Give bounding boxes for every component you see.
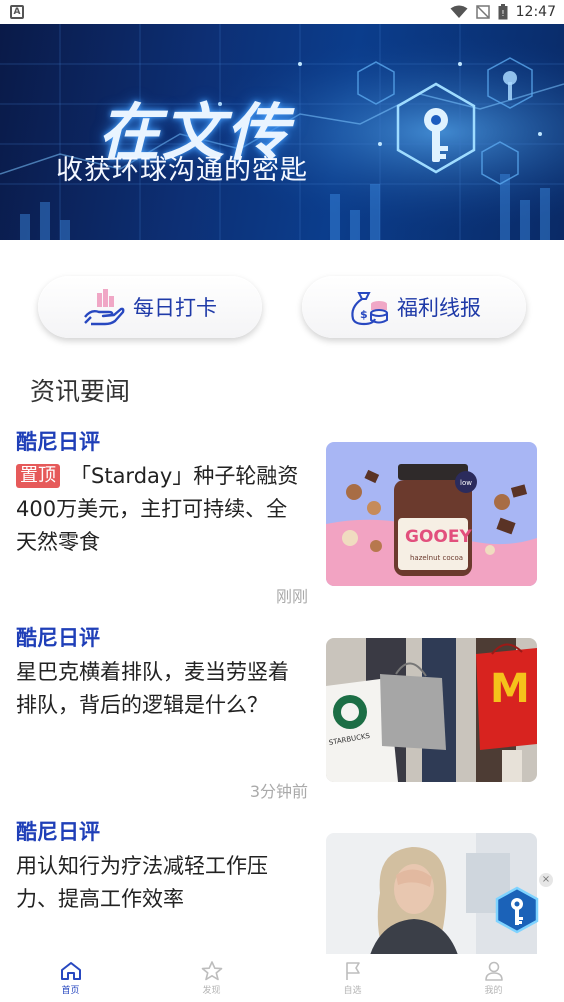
banner-subtitle: 收获环球沟通的密匙 — [56, 155, 308, 186]
nav-profile[interactable]: 我的 — [423, 954, 564, 1002]
news-source: 酷尼日评 — [16, 820, 100, 844]
star-icon — [201, 960, 222, 980]
nav-discover[interactable]: 发现 — [141, 954, 282, 1002]
welfare-news-button[interactable]: $ 福利线报 — [302, 276, 526, 338]
svg-text:M: M — [490, 666, 530, 712]
welfare-news-label: 福利线报 — [397, 296, 481, 320]
svg-text:!: ! — [501, 9, 504, 18]
news-time: 刚刚 — [275, 587, 308, 606]
battery-icon: ! — [498, 4, 508, 20]
nav-watchlist-label: 自选 — [343, 985, 362, 996]
cocoa-spread-jar-image: GOOEY hazelnut cocoa low — [326, 442, 537, 586]
nav-home[interactable]: 首页 — [0, 954, 141, 1002]
daily-checkin-label: 每日打卡 — [133, 296, 217, 320]
daily-checkin-button[interactable]: 每日打卡 — [38, 276, 262, 338]
news-thumbnail[interactable]: STARBUCKS M — [326, 638, 537, 782]
nav-watchlist[interactable]: 自选 — [282, 954, 423, 1002]
svg-text:$: $ — [360, 308, 368, 321]
hand-chart-icon — [84, 289, 125, 326]
key-badge-icon[interactable] — [494, 886, 540, 934]
svg-text:hazelnut cocoa: hazelnut cocoa — [410, 554, 463, 562]
nav-profile-label: 我的 — [484, 985, 503, 996]
pinned-badge: 置顶 — [16, 464, 60, 488]
nav-discover-label: 发现 — [202, 985, 221, 996]
notification-icon: A — [10, 5, 24, 19]
home-icon — [60, 961, 81, 980]
clock-time: 12:47 — [515, 4, 556, 20]
news-thumbnail[interactable]: GOOEY hazelnut cocoa low — [326, 442, 537, 586]
wifi-icon — [450, 5, 468, 18]
person-icon — [484, 961, 503, 981]
hero-banner[interactable]: 在文传 收获环球沟通的密匙 — [0, 24, 564, 240]
news-source: 酷尼日评 — [16, 430, 100, 454]
signal-off-icon — [475, 5, 490, 19]
flag-icon — [345, 961, 360, 980]
status-bar: A ! 12:47 — [0, 0, 564, 24]
svg-text:low: low — [460, 479, 472, 487]
news-source: 酷尼日评 — [16, 626, 100, 650]
money-bag-icon: $ — [351, 292, 388, 326]
news-item[interactable]: 酷尼日评 用认知行为疗法减轻工作压力、提高工作效率 — [0, 816, 564, 956]
quick-actions: 每日打卡 $ 福利线报 — [0, 272, 564, 342]
svg-text:GOOEY: GOOEY — [405, 527, 472, 547]
close-floating-button[interactable]: × — [539, 873, 553, 887]
shopping-bags-image: STARBUCKS M — [326, 638, 537, 782]
app-screen: A ! 12:47 在文传 收获环球沟通的密匙 每日打卡 $ 福利线报 资讯要闻… — [0, 0, 564, 1002]
news-headline[interactable]: 星巴克横着排队，麦当劳竖着排队，背后的逻辑是什么？ — [16, 656, 308, 722]
bottom-navigation: 首页 发现 自选 我的 — [0, 954, 564, 1002]
news-item[interactable]: 酷尼日评 星巴克横着排队，麦当劳竖着排队，背后的逻辑是什么？ 3分钟前 STAR… — [0, 622, 564, 808]
news-headline[interactable]: 置顶 「Starday」种子轮融资400万美元，主打可持续、全天然零食 — [16, 460, 308, 559]
news-time: 3分钟前 — [249, 782, 308, 801]
section-title: 资讯要闻 — [30, 377, 131, 406]
news-item[interactable]: 酷尼日评 置顶 「Starday」种子轮融资400万美元，主打可持续、全天然零食 … — [0, 426, 564, 616]
nav-home-label: 首页 — [61, 985, 80, 996]
news-headline[interactable]: 用认知行为疗法减轻工作压力、提高工作效率 — [16, 850, 308, 916]
